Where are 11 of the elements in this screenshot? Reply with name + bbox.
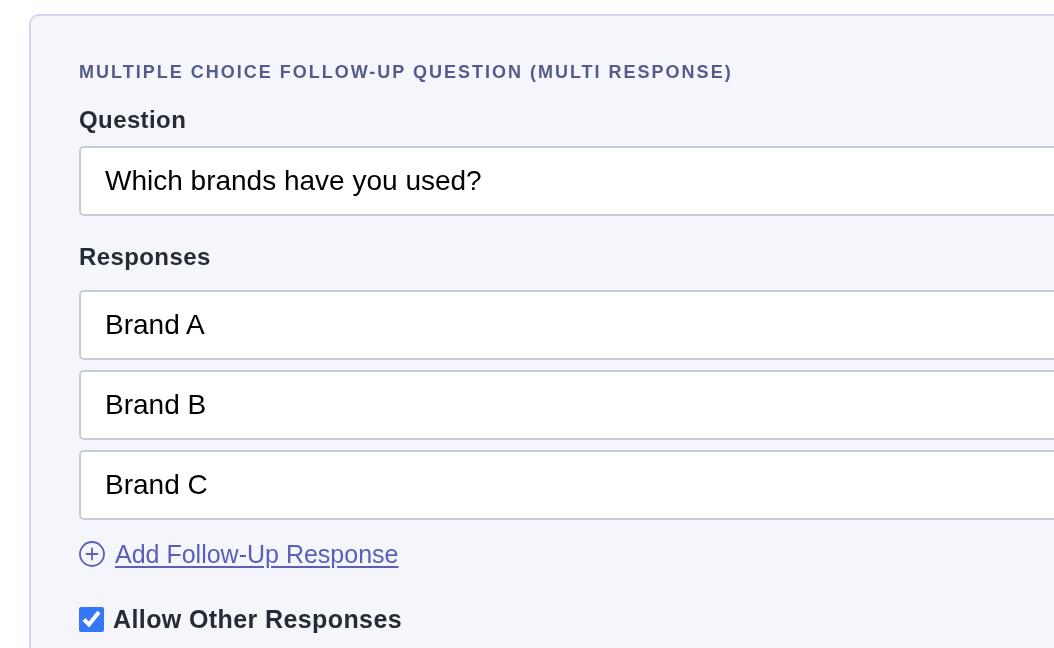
response-field[interactable]: Brand C <box>79 450 1054 520</box>
section-heading: MULTIPLE CHOICE FOLLOW-UP QUESTION (MULTI RESPONSE) <box>79 61 733 83</box>
add-response-link[interactable]: Add Follow-Up Response <box>115 541 399 567</box>
question-field[interactable]: Which brands have you used? <box>79 146 1054 216</box>
plus-circle-icon[interactable] <box>79 541 105 567</box>
response-field[interactable]: Brand A <box>79 290 1054 360</box>
response-field[interactable]: Brand B <box>79 370 1054 440</box>
allow-other-checkbox[interactable] <box>79 606 104 632</box>
allow-other-label: Allow Other Responses <box>113 605 402 633</box>
responses-label: Responses <box>79 243 211 271</box>
question-label: Question <box>79 106 187 134</box>
